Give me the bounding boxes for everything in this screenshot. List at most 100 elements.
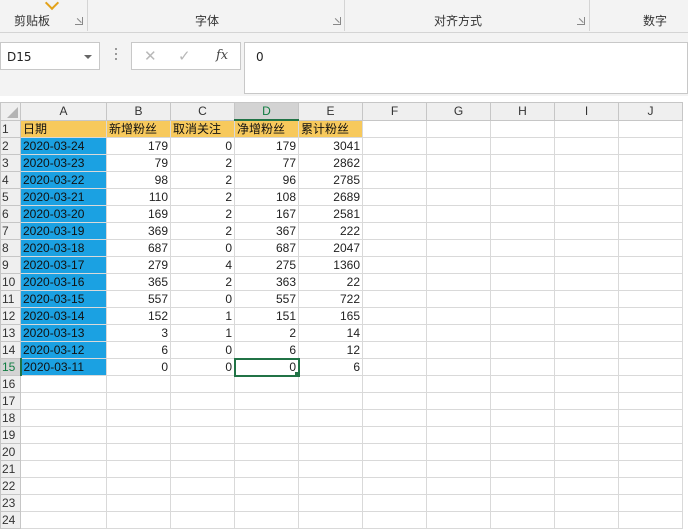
cell-j11[interactable] bbox=[618, 290, 683, 308]
cell-a22[interactable] bbox=[20, 477, 107, 495]
column-header-a[interactable]: A bbox=[20, 102, 107, 121]
column-header-h[interactable]: H bbox=[490, 102, 555, 121]
cell-h20[interactable] bbox=[490, 443, 555, 461]
cell-a3[interactable]: 2020-03-23 bbox=[20, 154, 107, 172]
row-header[interactable]: 1 bbox=[0, 119, 21, 138]
cell-b22[interactable] bbox=[106, 477, 171, 495]
alignment-launcher-icon[interactable] bbox=[577, 17, 585, 25]
cell-h9[interactable] bbox=[490, 256, 555, 274]
cell-h2[interactable] bbox=[490, 137, 555, 155]
cell-i9[interactable] bbox=[554, 256, 619, 274]
row-header[interactable]: 24 bbox=[0, 511, 21, 529]
cell-a16[interactable] bbox=[20, 375, 107, 393]
cell-j21[interactable] bbox=[618, 460, 683, 478]
cell-h1[interactable] bbox=[490, 119, 555, 138]
cell-i8[interactable] bbox=[554, 239, 619, 257]
cell-e18[interactable] bbox=[298, 409, 363, 427]
cell-e19[interactable] bbox=[298, 426, 363, 444]
cell-c8[interactable]: 0 bbox=[170, 239, 235, 257]
chevron-down-icon[interactable] bbox=[84, 55, 92, 59]
cell-j15[interactable] bbox=[618, 358, 683, 376]
cell-b1[interactable]: 新增粉丝 bbox=[106, 119, 171, 138]
cell-f13[interactable] bbox=[362, 324, 427, 342]
cell-e22[interactable] bbox=[298, 477, 363, 495]
cell-e7[interactable]: 222 bbox=[298, 222, 363, 240]
cell-a6[interactable]: 2020-03-20 bbox=[20, 205, 107, 223]
cell-f12[interactable] bbox=[362, 307, 427, 325]
cell-j7[interactable] bbox=[618, 222, 683, 240]
cell-h14[interactable] bbox=[490, 341, 555, 359]
cell-d24[interactable] bbox=[234, 511, 299, 529]
cell-j2[interactable] bbox=[618, 137, 683, 155]
row-header[interactable]: 14 bbox=[0, 341, 21, 359]
cell-c19[interactable] bbox=[170, 426, 235, 444]
cell-b6[interactable]: 169 bbox=[106, 205, 171, 223]
cell-i11[interactable] bbox=[554, 290, 619, 308]
cell-b14[interactable]: 6 bbox=[106, 341, 171, 359]
row-header[interactable]: 7 bbox=[0, 222, 21, 240]
cell-c14[interactable]: 0 bbox=[170, 341, 235, 359]
cell-i3[interactable] bbox=[554, 154, 619, 172]
cell-c23[interactable] bbox=[170, 494, 235, 512]
cell-j18[interactable] bbox=[618, 409, 683, 427]
cell-d19[interactable] bbox=[234, 426, 299, 444]
cell-d2[interactable]: 179 bbox=[234, 137, 299, 155]
cell-g18[interactable] bbox=[426, 409, 491, 427]
cell-g10[interactable] bbox=[426, 273, 491, 291]
cell-i15[interactable] bbox=[554, 358, 619, 376]
cell-i22[interactable] bbox=[554, 477, 619, 495]
cell-g7[interactable] bbox=[426, 222, 491, 240]
cell-d14[interactable]: 6 bbox=[234, 341, 299, 359]
row-header[interactable]: 20 bbox=[0, 443, 21, 461]
cell-d4[interactable]: 96 bbox=[234, 171, 299, 189]
cell-d18[interactable] bbox=[234, 409, 299, 427]
cell-e5[interactable]: 2689 bbox=[298, 188, 363, 206]
cell-b4[interactable]: 98 bbox=[106, 171, 171, 189]
column-header-c[interactable]: C bbox=[170, 102, 235, 121]
cell-b13[interactable]: 3 bbox=[106, 324, 171, 342]
column-header-b[interactable]: B bbox=[106, 102, 171, 121]
cell-b3[interactable]: 79 bbox=[106, 154, 171, 172]
row-header[interactable]: 15 bbox=[0, 358, 22, 376]
cell-d23[interactable] bbox=[234, 494, 299, 512]
cell-a15[interactable]: 2020-03-11 bbox=[20, 358, 107, 376]
cell-b21[interactable] bbox=[106, 460, 171, 478]
font-launcher-icon[interactable] bbox=[333, 17, 341, 25]
cell-f5[interactable] bbox=[362, 188, 427, 206]
cell-h17[interactable] bbox=[490, 392, 555, 410]
cell-f14[interactable] bbox=[362, 341, 427, 359]
column-header-j[interactable]: J bbox=[618, 102, 683, 121]
cell-e6[interactable]: 2581 bbox=[298, 205, 363, 223]
cell-f10[interactable] bbox=[362, 273, 427, 291]
cell-h18[interactable] bbox=[490, 409, 555, 427]
cell-d3[interactable]: 77 bbox=[234, 154, 299, 172]
cell-a23[interactable] bbox=[20, 494, 107, 512]
row-header[interactable]: 22 bbox=[0, 477, 21, 495]
cell-e12[interactable]: 165 bbox=[298, 307, 363, 325]
cell-h11[interactable] bbox=[490, 290, 555, 308]
cell-g17[interactable] bbox=[426, 392, 491, 410]
cell-h19[interactable] bbox=[490, 426, 555, 444]
cell-e21[interactable] bbox=[298, 460, 363, 478]
cell-f17[interactable] bbox=[362, 392, 427, 410]
cell-i5[interactable] bbox=[554, 188, 619, 206]
cell-g4[interactable] bbox=[426, 171, 491, 189]
cell-j10[interactable] bbox=[618, 273, 683, 291]
cell-f24[interactable] bbox=[362, 511, 427, 529]
cell-c22[interactable] bbox=[170, 477, 235, 495]
cell-e23[interactable] bbox=[298, 494, 363, 512]
insert-function-icon[interactable]: fx bbox=[216, 48, 228, 63]
row-header[interactable]: 11 bbox=[0, 290, 21, 308]
column-header-e[interactable]: E bbox=[298, 102, 363, 121]
cell-j17[interactable] bbox=[618, 392, 683, 410]
cell-d10[interactable]: 363 bbox=[234, 273, 299, 291]
cell-a12[interactable]: 2020-03-14 bbox=[20, 307, 107, 325]
cell-f4[interactable] bbox=[362, 171, 427, 189]
cell-b17[interactable] bbox=[106, 392, 171, 410]
cell-d7[interactable]: 367 bbox=[234, 222, 299, 240]
cell-h3[interactable] bbox=[490, 154, 555, 172]
cell-d12[interactable]: 151 bbox=[234, 307, 299, 325]
cell-a8[interactable]: 2020-03-18 bbox=[20, 239, 107, 257]
cell-j12[interactable] bbox=[618, 307, 683, 325]
cell-j20[interactable] bbox=[618, 443, 683, 461]
